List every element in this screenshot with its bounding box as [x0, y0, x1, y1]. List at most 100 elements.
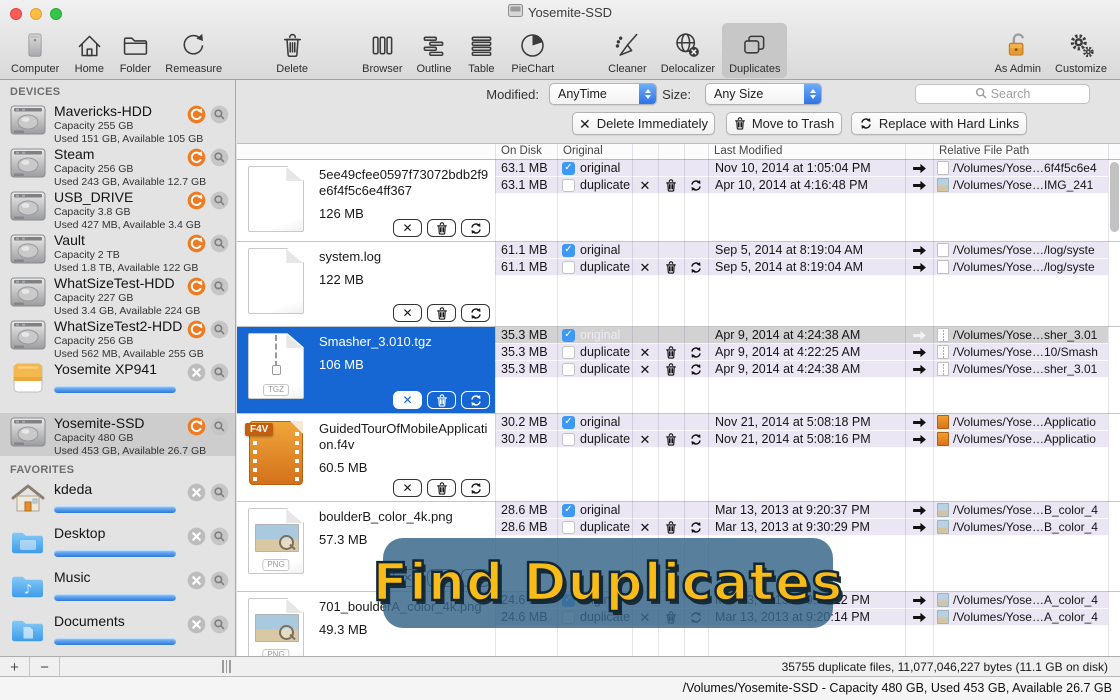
search-input[interactable]: Search: [915, 84, 1090, 104]
trash-group-button[interactable]: [427, 304, 456, 322]
file-cell[interactable]: TGZSmasher_3.010.tgz106 MB✕: [237, 327, 495, 413]
search-button[interactable]: [210, 277, 229, 296]
refresh-button[interactable]: [187, 148, 206, 167]
reveal-arrow-icon[interactable]: [905, 364, 933, 375]
search-button[interactable]: [210, 148, 229, 167]
search-button[interactable]: [210, 191, 229, 210]
refresh-button[interactable]: [187, 320, 206, 339]
original-checkbox[interactable]: [562, 521, 575, 534]
delete-entry-button[interactable]: ✕: [632, 179, 658, 192]
search-button[interactable]: [210, 615, 229, 634]
toolbar-item-outline[interactable]: Outline: [410, 23, 459, 78]
toolbar-item-folder[interactable]: Folder: [112, 23, 158, 78]
trash-entry-button[interactable]: [658, 261, 684, 274]
reveal-arrow-icon[interactable]: [905, 595, 933, 606]
search-button[interactable]: [210, 483, 229, 502]
splitter-handle-icon[interactable]: [222, 660, 231, 673]
duplicate-entry-row[interactable]: 35.3 MBduplicate✕Apr 9, 2014 at 4:24:38 …: [495, 361, 1108, 378]
delete-entry-button[interactable]: ✕: [632, 346, 658, 359]
modified-filter-select[interactable]: AnyTime: [549, 83, 657, 105]
trash-group-button[interactable]: [427, 479, 456, 497]
duplicate-group[interactable]: system.log122 MB✕61.1 MB✓originalSep 5, …: [237, 242, 1120, 327]
search-button[interactable]: [210, 571, 229, 590]
vertical-scrollbar-thumb[interactable]: [1110, 162, 1119, 232]
replace-group-button[interactable]: [461, 479, 490, 497]
remove-favorite-button[interactable]: −: [30, 657, 60, 677]
file-cell[interactable]: F4VGuidedTourOfMobileApplication.f4v60.5…: [237, 414, 495, 501]
favorite-item-kdeda[interactable]: kdeda: [0, 479, 235, 523]
original-checkbox[interactable]: [562, 433, 575, 446]
column-header-on-disk[interactable]: On Disk: [501, 145, 542, 157]
trash-group-button[interactable]: [427, 219, 456, 237]
toolbar-item-table[interactable]: Table: [458, 23, 504, 78]
device-item-vault[interactable]: VaultCapacity 2 TBUsed 1.8 TB, Available…: [0, 230, 235, 273]
search-button[interactable]: [210, 234, 229, 253]
reveal-arrow-icon[interactable]: [905, 347, 933, 358]
favorite-item-documents[interactable]: Documents: [0, 611, 235, 655]
duplicate-group[interactable]: F4VGuidedTourOfMobileApplication.f4v60.5…: [237, 414, 1120, 502]
cancel-button[interactable]: [187, 571, 206, 590]
cancel-button[interactable]: [187, 363, 206, 382]
trash-group-button[interactable]: [427, 391, 456, 409]
delete-immediately-button[interactable]: ✕ Delete Immediately: [572, 112, 715, 135]
original-checkbox[interactable]: ✓: [562, 504, 575, 517]
search-button[interactable]: [210, 320, 229, 339]
cancel-button[interactable]: [187, 483, 206, 502]
delete-group-button[interactable]: ✕: [393, 479, 422, 497]
device-item-whatsizetest2-hdd[interactable]: WhatSizeTest2-HDDCapacity 256 GBUsed 562…: [0, 316, 235, 359]
duplicate-entry-row[interactable]: 35.3 MBduplicate✕Apr 9, 2014 at 4:22:25 …: [495, 344, 1108, 361]
search-button[interactable]: [210, 363, 229, 382]
column-header-last-modified[interactable]: Last Modified: [714, 145, 782, 157]
original-checkbox[interactable]: [562, 261, 575, 274]
reveal-arrow-icon[interactable]: [905, 417, 933, 428]
reveal-arrow-icon[interactable]: [905, 505, 933, 516]
reveal-arrow-icon[interactable]: [905, 245, 933, 256]
trash-entry-button[interactable]: [658, 346, 684, 359]
size-filter-select[interactable]: Any Size: [705, 83, 822, 105]
replace-group-button[interactable]: [461, 219, 490, 237]
toolbar-item-piechart[interactable]: PieChart: [504, 23, 561, 78]
replace-entry-button[interactable]: [684, 346, 708, 359]
reveal-arrow-icon[interactable]: [905, 434, 933, 445]
column-header-path[interactable]: Relative File Path: [939, 145, 1029, 157]
duplicate-entry-row[interactable]: 61.1 MBduplicate✕Sep 5, 2014 at 8:19:04 …: [495, 259, 1108, 276]
file-cell[interactable]: system.log122 MB✕: [237, 242, 495, 326]
duplicate-entry-row[interactable]: 63.1 MB✓originalNov 10, 2014 at 1:05:04 …: [495, 160, 1108, 177]
toolbar-item-remeasure[interactable]: Remeasure: [158, 23, 229, 78]
toolbar-item-computer[interactable]: Computer: [4, 23, 66, 78]
toolbar-item-delocalizer[interactable]: Delocalizer: [654, 23, 722, 78]
add-favorite-button[interactable]: +: [0, 657, 30, 677]
search-button[interactable]: [210, 527, 229, 546]
delete-entry-button[interactable]: ✕: [632, 521, 658, 534]
toolbar-item-as-admin[interactable]: As Admin: [988, 23, 1048, 78]
duplicate-entry-row[interactable]: 30.2 MBduplicate✕Nov 21, 2014 at 5:08:16…: [495, 431, 1108, 448]
reveal-arrow-icon[interactable]: [905, 522, 933, 533]
replace-group-button[interactable]: [461, 391, 490, 409]
toolbar-item-duplicates[interactable]: Duplicates: [722, 23, 787, 78]
reveal-arrow-icon[interactable]: [905, 163, 933, 174]
original-checkbox[interactable]: ✓: [562, 416, 575, 429]
search-button[interactable]: [210, 417, 229, 436]
duplicate-entry-row[interactable]: 28.6 MBduplicate✕Mar 13, 2013 at 9:30:29…: [495, 519, 1108, 536]
original-checkbox[interactable]: ✓: [562, 244, 575, 257]
replace-entry-button[interactable]: [684, 179, 708, 192]
delete-entry-button[interactable]: ✕: [632, 363, 658, 376]
move-to-trash-button[interactable]: Move to Trash: [726, 112, 842, 135]
device-item-yosemite-xp941[interactable]: Yosemite XP941: [0, 359, 235, 413]
cancel-button[interactable]: [187, 527, 206, 546]
device-item-steam[interactable]: SteamCapacity 256 GBUsed 243 GB, Availab…: [0, 144, 235, 187]
reveal-arrow-icon[interactable]: [905, 262, 933, 273]
refresh-button[interactable]: [187, 277, 206, 296]
original-checkbox[interactable]: [562, 346, 575, 359]
duplicate-entry-row[interactable]: 61.1 MB✓originalSep 5, 2014 at 8:19:04 A…: [495, 242, 1108, 259]
trash-entry-button[interactable]: [658, 521, 684, 534]
trash-entry-button[interactable]: [658, 433, 684, 446]
replace-entry-button[interactable]: [684, 521, 708, 534]
original-checkbox[interactable]: [562, 363, 575, 376]
search-button[interactable]: [210, 105, 229, 124]
refresh-button[interactable]: [187, 191, 206, 210]
duplicate-entry-row[interactable]: 30.2 MB✓originalNov 21, 2014 at 5:08:18 …: [495, 414, 1108, 431]
favorite-item-desktop[interactable]: Desktop: [0, 523, 235, 567]
delete-group-button[interactable]: ✕: [393, 391, 422, 409]
refresh-button[interactable]: [187, 105, 206, 124]
